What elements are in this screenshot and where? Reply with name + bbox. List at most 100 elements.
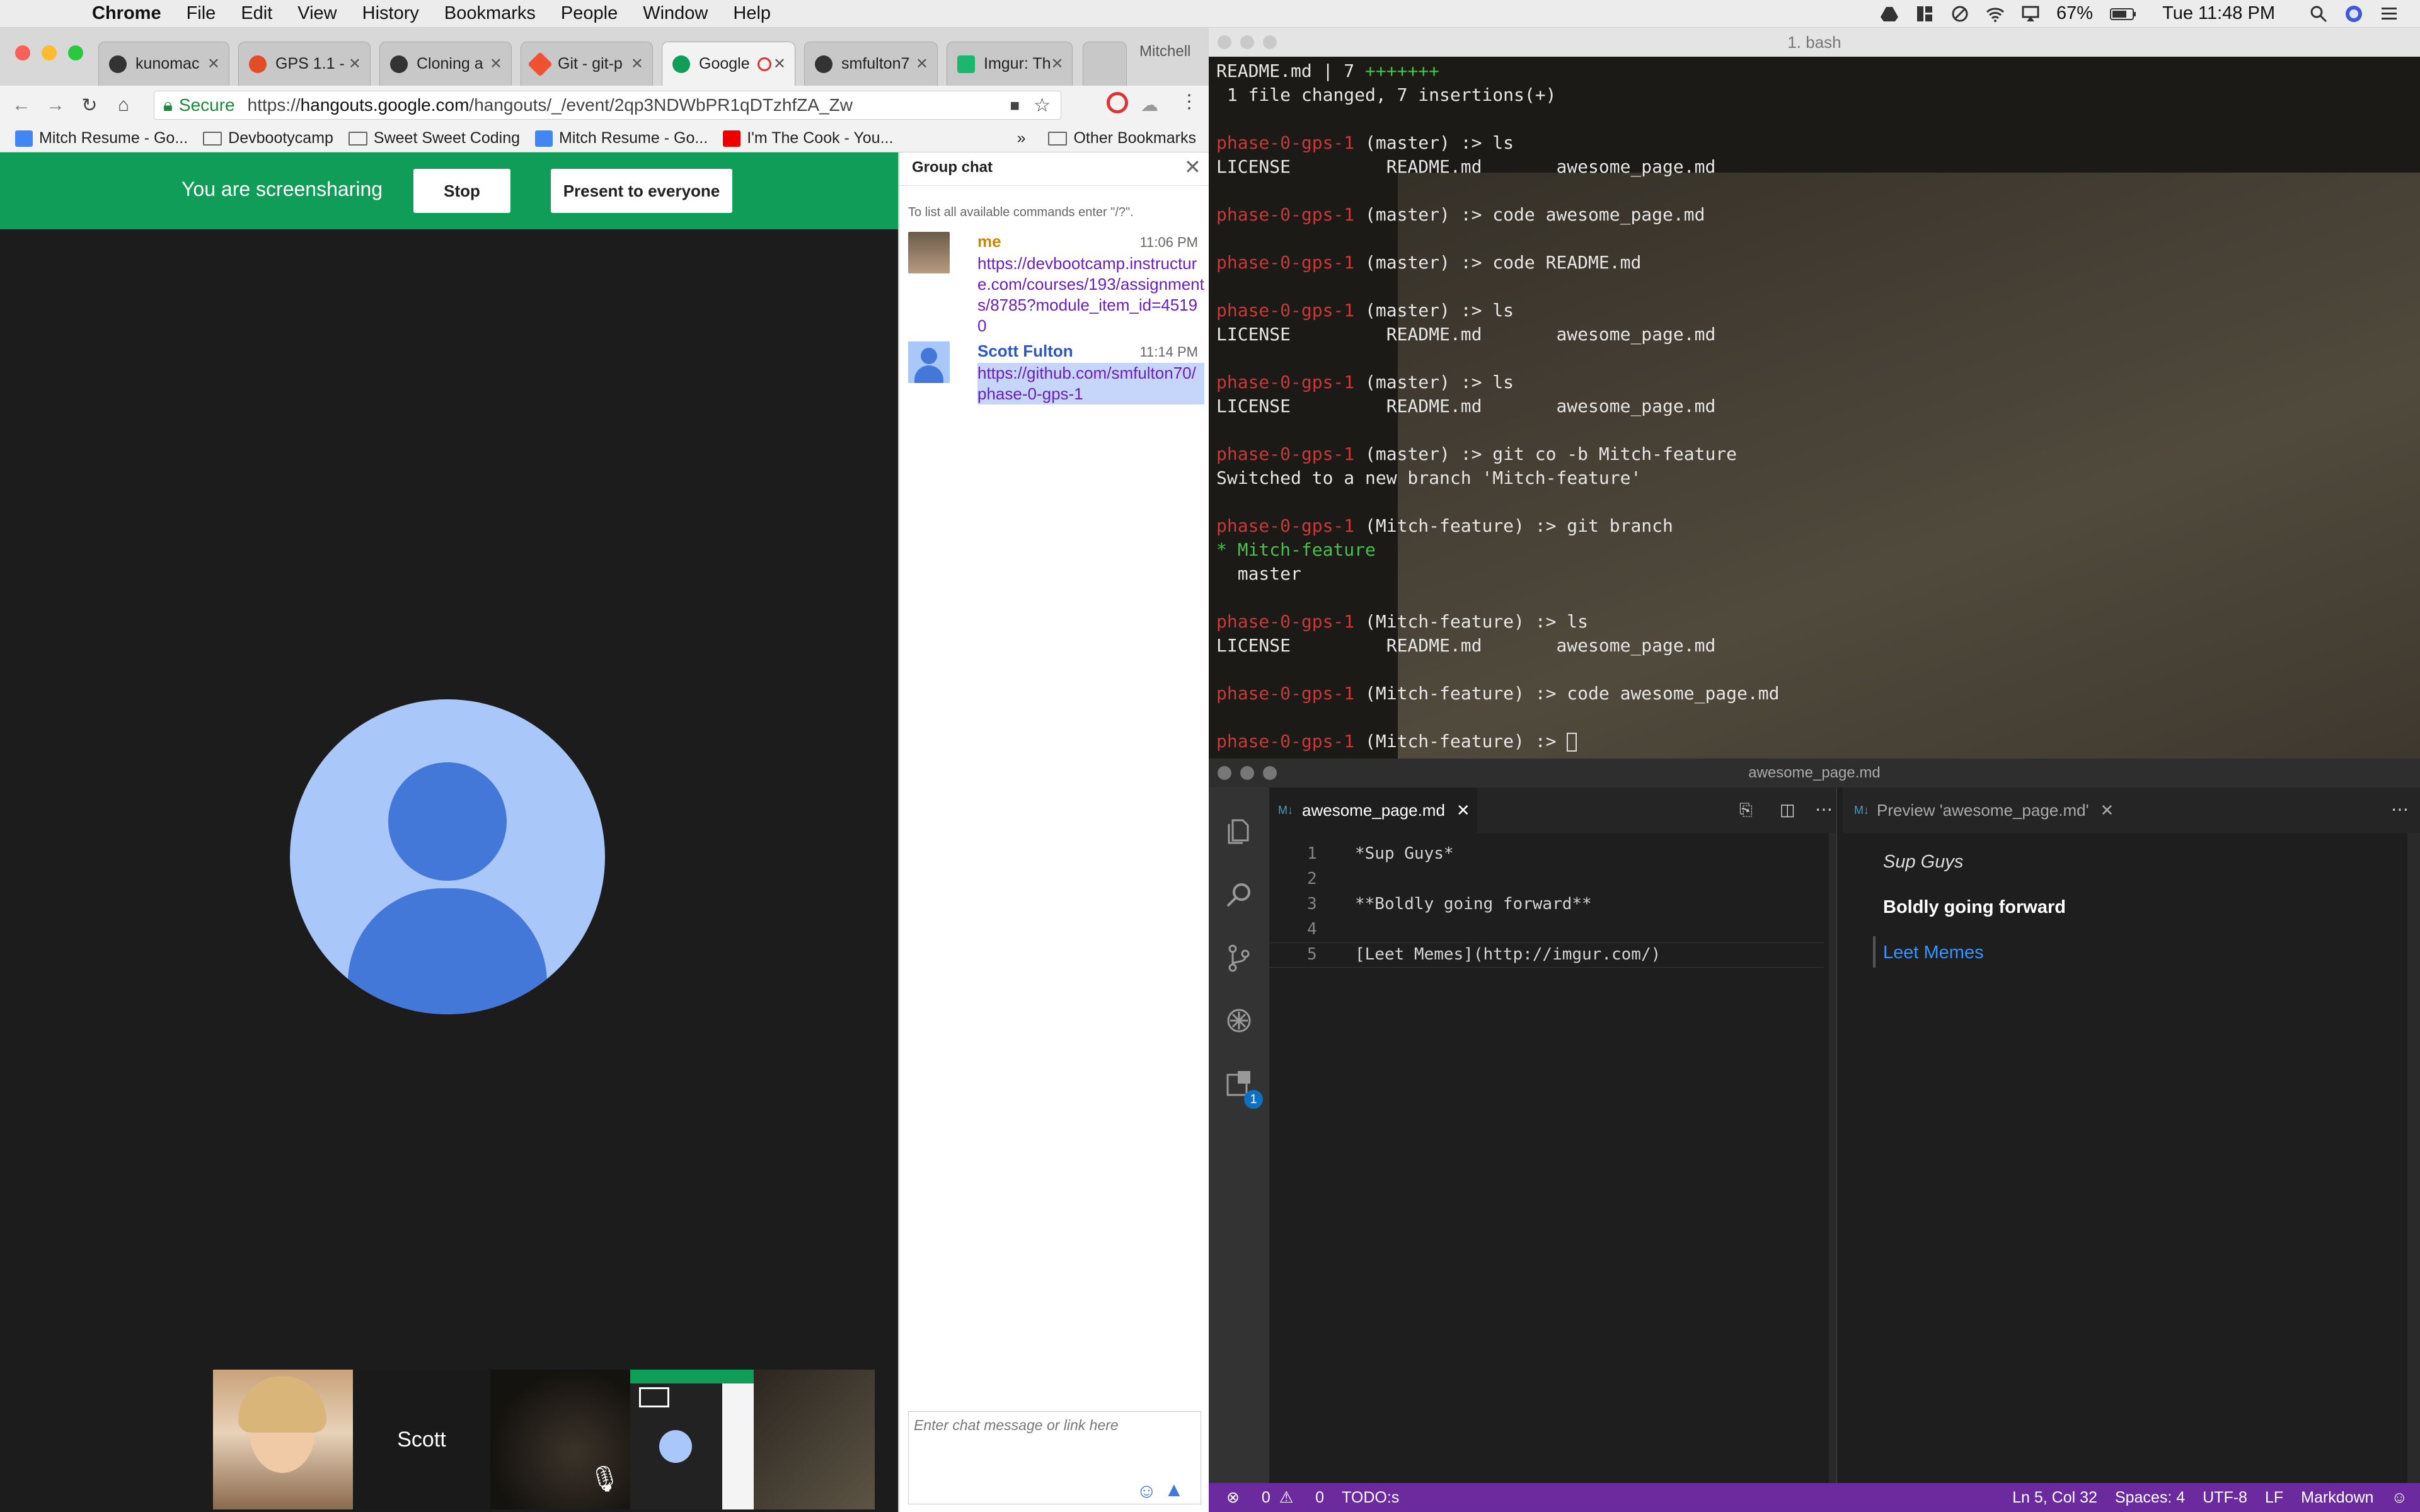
close-icon[interactable]: ✕ xyxy=(1051,55,1064,73)
menu-file[interactable]: File xyxy=(187,3,216,24)
language-mode[interactable]: Markdown xyxy=(2301,1489,2373,1507)
source-control-icon[interactable] xyxy=(1224,942,1254,973)
bookmark-cook[interactable]: I'm The Cook - You... xyxy=(723,129,893,147)
close-window-button[interactable] xyxy=(15,45,30,60)
bookmark-resume-1[interactable]: Mitch Resume - Go... xyxy=(15,129,188,147)
spotlight-search-icon[interactable] xyxy=(2309,4,2328,23)
code-line[interactable]: **Boldly going forward** xyxy=(1355,895,1592,914)
eol-status[interactable]: LF xyxy=(2265,1489,2283,1507)
split-editor-icon[interactable]: ◫ xyxy=(1780,800,1795,820)
forward-icon[interactable]: → xyxy=(43,94,68,116)
drive-icon[interactable] xyxy=(1880,4,1899,23)
encoding-status[interactable]: UTF-8 xyxy=(2203,1489,2247,1507)
browser-tab-git[interactable]: Git - git-p ✕ xyxy=(521,42,653,86)
profile-label[interactable]: Mitchell xyxy=(1139,43,1190,60)
other-bookmarks[interactable]: Other Bookmarks xyxy=(1048,129,1196,147)
chat-message-input[interactable]: Enter chat message or link here xyxy=(908,1411,1201,1504)
zoom-window-button[interactable] xyxy=(68,45,83,60)
chrome-menu-icon[interactable]: ⋮ xyxy=(1180,91,1199,113)
browser-tab-cloning[interactable]: Cloning a ✕ xyxy=(379,42,512,86)
emoji-icon[interactable]: ☺ xyxy=(1136,1479,1157,1503)
menu-window[interactable]: Window xyxy=(643,3,708,24)
minimize-window-button[interactable] xyxy=(1240,766,1254,780)
close-icon[interactable]: ✕ xyxy=(1456,801,1470,820)
code-editor[interactable]: 1 *Sup Guys* 2 3 **Boldly going forward*… xyxy=(1269,833,1836,1483)
bookmark-devbootycamp[interactable]: Devbootycamp xyxy=(203,129,333,147)
indentation-status[interactable]: Spaces: 4 xyxy=(2115,1489,2185,1507)
stop-share-button[interactable]: Stop xyxy=(413,169,510,213)
menu-people[interactable]: People xyxy=(561,3,618,24)
debug-icon[interactable] xyxy=(1224,1005,1254,1036)
minimize-window-button[interactable] xyxy=(42,45,57,60)
close-window-button[interactable] xyxy=(1218,766,1231,780)
menu-bookmarks[interactable]: Bookmarks xyxy=(444,3,536,24)
cursor-position[interactable]: Ln 5, Col 32 xyxy=(2012,1489,2097,1507)
bookmarks-overflow-icon[interactable]: » xyxy=(1017,129,1026,147)
warnings-status[interactable]: ⚠ 0 xyxy=(1279,1488,1324,1507)
menu-help[interactable]: Help xyxy=(733,3,771,24)
todo-status[interactable]: TODO:s xyxy=(1342,1489,1399,1507)
back-icon[interactable]: ← xyxy=(9,94,34,116)
terminal-output[interactable]: README.md | 7 +++++++ 1 file changed, 7 … xyxy=(1216,59,1779,753)
opera-extension-icon[interactable] xyxy=(1107,92,1128,113)
editor-scrollbar[interactable] xyxy=(1829,833,1836,1483)
close-icon[interactable]: ✕ xyxy=(2100,801,2114,820)
zoom-window-button[interactable] xyxy=(1263,35,1277,49)
browser-tab-smfulton[interactable]: smfulton7 ✕ xyxy=(804,42,938,86)
open-preview-icon[interactable]: ⎘ xyxy=(1739,800,1753,820)
browser-tab-gps[interactable]: GPS 1.1 - ✕ xyxy=(238,42,371,86)
menu-edit[interactable]: Edit xyxy=(241,3,272,24)
home-icon[interactable]: ⌂ xyxy=(111,94,136,116)
search-icon[interactable] xyxy=(1224,879,1254,910)
preview-link[interactable]: Leet Memes xyxy=(1883,942,1984,963)
menu-view[interactable]: View xyxy=(297,3,337,24)
airplay-icon[interactable] xyxy=(2021,4,2040,23)
drive-attach-icon[interactable]: ▲ xyxy=(1164,1478,1184,1501)
participant-thumbnail-photo[interactable] xyxy=(213,1370,353,1509)
more-actions-icon[interactable]: ⋯ xyxy=(2391,799,2409,820)
close-icon[interactable]: ✕ xyxy=(490,55,502,73)
layout-icon[interactable] xyxy=(1915,4,1934,23)
close-window-button[interactable] xyxy=(1218,35,1231,49)
battery-icon[interactable] xyxy=(2109,4,2137,23)
close-icon[interactable]: ✕ xyxy=(916,55,928,73)
participant-thumbnail-terminal[interactable] xyxy=(754,1370,875,1509)
user-avatar-icon[interactable] xyxy=(2344,4,2363,23)
editor-splitter[interactable] xyxy=(1836,788,1843,1483)
bookmark-resume-2[interactable]: Mitch Resume - Go... xyxy=(535,129,708,147)
message-link[interactable]: https://devbootcamp.instructure.com/cour… xyxy=(977,253,1204,336)
explorer-icon[interactable] xyxy=(1224,816,1254,847)
preview-scrollbar[interactable] xyxy=(2407,833,2420,1483)
notification-center-icon[interactable] xyxy=(2380,4,2399,23)
menu-app-name[interactable]: Chrome xyxy=(92,3,161,24)
camera-icon[interactable]: ■ xyxy=(1010,96,1020,115)
zoom-window-button[interactable] xyxy=(1263,766,1277,780)
menu-clock[interactable]: Tue 11:48 PM xyxy=(2162,3,2275,24)
code-line[interactable]: *Sup Guys* xyxy=(1355,844,1454,863)
present-to-everyone-button[interactable]: Present to everyone xyxy=(551,169,732,213)
editor-tab[interactable]: M↓ awesome_page.md ✕ xyxy=(1269,788,1477,833)
new-tab-button[interactable] xyxy=(1083,42,1127,86)
dnd-icon[interactable] xyxy=(1950,4,1969,23)
browser-tab-github[interactable]: kunomac ✕ xyxy=(98,42,229,86)
participant-thumbnail-screenshare[interactable] xyxy=(630,1370,754,1509)
close-icon[interactable]: ✕ xyxy=(1184,155,1201,179)
menu-history[interactable]: History xyxy=(362,3,419,24)
more-actions-icon[interactable]: ⋯ xyxy=(1815,799,1833,820)
preview-tab[interactable]: M↓ Preview 'awesome_page.md' ✕ xyxy=(1843,788,2114,833)
feedback-smiley-icon[interactable]: ☺ xyxy=(2391,1489,2407,1507)
cloud-extension-icon[interactable]: ☁ xyxy=(1141,94,1158,115)
minimize-window-button[interactable] xyxy=(1240,35,1254,49)
participant-thumbnail-scott[interactable]: Scott xyxy=(353,1370,490,1509)
errors-status[interactable]: ⊗ 0 xyxy=(1226,1488,1270,1507)
reload-icon[interactable]: ↻ xyxy=(77,94,102,117)
address-bar[interactable]: 🔒︎ Secure https://hangouts.google.com/ha… xyxy=(154,91,1061,120)
close-icon[interactable]: ✕ xyxy=(631,55,643,73)
close-icon[interactable]: ✕ xyxy=(773,55,786,73)
bookmark-sweet-coding[interactable]: Sweet Sweet Coding xyxy=(348,129,520,147)
browser-tab-hangouts[interactable]: Google ✕ xyxy=(662,42,795,86)
close-icon[interactable]: ✕ xyxy=(349,55,361,73)
close-icon[interactable]: ✕ xyxy=(207,55,220,73)
browser-tab-imgur[interactable]: Imgur: Th ✕ xyxy=(947,42,1073,86)
bookmark-star-icon[interactable]: ☆ xyxy=(1034,94,1051,117)
